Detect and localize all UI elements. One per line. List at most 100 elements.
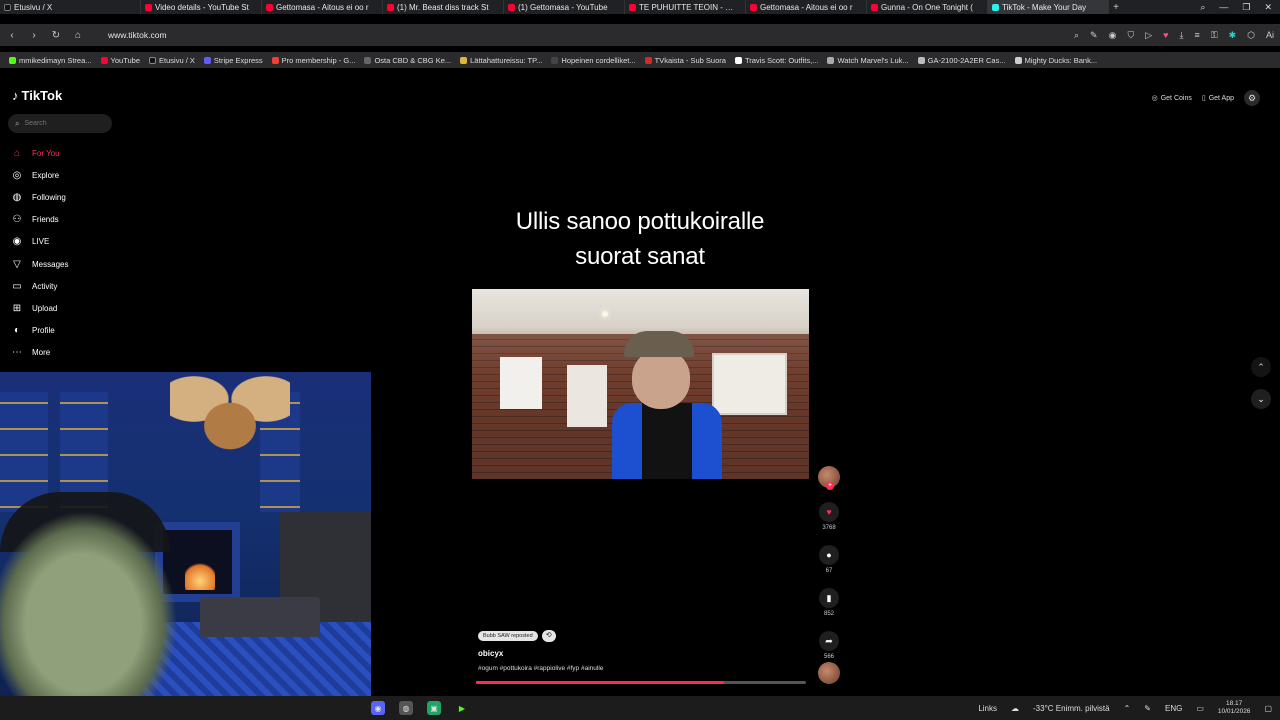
tab-gunna[interactable]: Gunna - On One Tonight ( xyxy=(867,0,988,14)
cube-icon[interactable]: ⬡ xyxy=(1247,30,1255,41)
bookmark-marvel[interactable]: Watch Marvel's Luk... xyxy=(827,56,909,65)
activity-icon: ▭ xyxy=(12,280,22,292)
tiktok-logo[interactable]: ♪ TikTok xyxy=(12,88,62,103)
repost-badge[interactable]: Bubb SAW reposted xyxy=(478,631,538,641)
tab-gettomasa-1[interactable]: Gettomasa - Aitous ei oo r xyxy=(262,0,383,14)
notification-icon[interactable]: ▢ xyxy=(1264,704,1272,713)
nav-for-you[interactable]: ⌂ For You xyxy=(10,142,68,164)
bookmark-icon: ▮ xyxy=(826,592,832,603)
bookmark-tvkaista[interactable]: TVkaista - Sub Suora xyxy=(644,56,726,65)
search-tabs-icon[interactable]: ⌕ xyxy=(1200,2,1205,13)
nav-live[interactable]: ◉ LIVE xyxy=(10,231,68,253)
network-icon[interactable]: ▭ xyxy=(1196,704,1204,713)
previous-video-button[interactable]: ⌃ xyxy=(1251,357,1271,377)
search-icon[interactable]: ⌕ xyxy=(1074,30,1079,41)
follow-plus-icon[interactable]: + xyxy=(826,482,834,490)
tab-mrbeast[interactable]: (1) Mr. Beast diss track St xyxy=(383,0,504,14)
bookmark-travis[interactable]: Travis Scott: Outfits,... xyxy=(734,56,818,65)
lock-small-icon[interactable]: ⚿ xyxy=(1211,30,1218,41)
logo-text: TikTok xyxy=(21,88,63,103)
bookmark-hat[interactable]: Lättahattureissu: TP... xyxy=(460,56,542,65)
bookmark-cbd[interactable]: Osta CBD & CBG Ke... xyxy=(364,56,451,65)
repost-icon[interactable]: ⟲ xyxy=(541,630,556,642)
tab-tiktok[interactable]: TikTok - Make Your Day xyxy=(988,0,1109,14)
bookmark-kick[interactable]: mmikedimayn Strea... xyxy=(9,56,92,65)
bookmark-youtube[interactable]: YouTube xyxy=(100,56,140,65)
bookmark-ducks[interactable]: Mighty Ducks: Bank... xyxy=(1014,56,1097,65)
nav-activity[interactable]: ▭ Activity xyxy=(10,275,68,297)
tv-icon xyxy=(644,56,652,64)
like-button[interactable]: ♥ xyxy=(819,502,839,522)
comment-button[interactable]: ● xyxy=(819,545,839,565)
nav-explore[interactable]: ◎ Explore xyxy=(10,164,68,186)
moose-trophy xyxy=(170,372,290,462)
menu-icon[interactable]: ≡ xyxy=(1194,30,1199,41)
video-progress[interactable] xyxy=(476,681,806,684)
author-name[interactable]: obicyx xyxy=(478,649,503,658)
camera-icon[interactable]: ◉ xyxy=(1109,30,1117,41)
bookmark-casio[interactable]: GA-2100-2A2ER Cas... xyxy=(917,56,1006,65)
share-button[interactable]: ➦ xyxy=(819,631,839,651)
youtube-icon xyxy=(750,3,757,11)
close-icon[interactable]: ✕ xyxy=(1264,2,1272,13)
extension-icon[interactable]: ✱ xyxy=(1229,30,1237,41)
nav-upload[interactable]: ⊞ Upload xyxy=(10,297,68,319)
nav-friends[interactable]: ⚇ Friends xyxy=(10,209,68,231)
get-coins-button[interactable]: ◎ Get Coins xyxy=(1152,94,1192,103)
cap xyxy=(624,331,694,357)
bookmark-pro[interactable]: Pro membership - G... xyxy=(271,56,355,65)
settings-button[interactable]: ⚙ xyxy=(1244,90,1260,106)
restore-icon[interactable]: ❐ xyxy=(1242,2,1250,13)
clock[interactable]: 18.17 10/01/2026 xyxy=(1218,700,1251,716)
video-player[interactable] xyxy=(472,289,809,479)
weather-text[interactable]: -33°C Enimm. pilvistä xyxy=(1033,704,1110,713)
download-icon[interactable]: ⤓ xyxy=(1179,30,1183,41)
ai-icon[interactable]: Ai xyxy=(1266,30,1274,41)
discord-icon[interactable]: ◉ xyxy=(371,701,385,715)
minimize-icon[interactable]: — xyxy=(1219,2,1228,13)
youtube-icon xyxy=(266,3,273,11)
bookmark-cordell[interactable]: Hopeinen cordelliket... xyxy=(551,56,636,65)
chevron-up-icon[interactable]: ⌃ xyxy=(1124,704,1131,713)
shield-icon[interactable]: ⛉ xyxy=(1127,30,1134,41)
get-app-button[interactable]: ▯ Get App xyxy=(1202,94,1234,103)
search-input[interactable] xyxy=(24,120,105,127)
save-button[interactable]: ▮ xyxy=(819,588,839,608)
next-video-button[interactable]: ⌄ xyxy=(1251,389,1271,409)
new-tab-button[interactable]: + xyxy=(1109,2,1123,13)
app-icon[interactable]: ◍ xyxy=(399,701,413,715)
android-icon[interactable]: ▣ xyxy=(427,701,441,715)
screen: Etusivu / X Video details - YouTube St G… xyxy=(0,0,1280,720)
nav-following[interactable]: ◍ Following xyxy=(10,186,68,208)
get-coins-label: Get Coins xyxy=(1160,94,1192,102)
lock-icon[interactable]: ⌂ xyxy=(72,30,84,41)
hashtags[interactable]: #ogum #pottukoira #rappiolive #fyp #ainu… xyxy=(478,665,603,672)
reload-icon[interactable]: ↻ xyxy=(50,30,62,41)
bookmark-stripe[interactable]: Stripe Express xyxy=(203,56,263,65)
back-icon[interactable]: ‹ xyxy=(6,30,18,41)
language-indicator[interactable]: ENG xyxy=(1165,704,1182,713)
forward-icon[interactable]: › xyxy=(28,30,40,41)
nav-messages[interactable]: ▽ Messages xyxy=(10,253,68,275)
creator-avatar[interactable]: + xyxy=(818,466,840,490)
play-icon[interactable]: ▶ xyxy=(455,701,469,715)
tab-x-home[interactable]: Etusivu / X xyxy=(0,0,141,14)
pen-icon[interactable]: ✎ xyxy=(1144,704,1151,713)
tab-youtube-studio[interactable]: Video details - YouTube St xyxy=(141,0,262,14)
play-icon[interactable]: ▷ xyxy=(1145,30,1152,41)
url-field[interactable]: www.tiktok.com xyxy=(108,30,167,40)
kick-icon xyxy=(9,56,16,64)
edit-icon[interactable]: ✎ xyxy=(1090,30,1098,41)
music-disc[interactable] xyxy=(818,662,840,684)
tab-gettomasa-youtube[interactable]: (1) Gettomasa - YouTube xyxy=(504,0,625,14)
nav-more[interactable]: ⋯ More xyxy=(10,342,68,364)
nav-profile[interactable]: ◐ Profile xyxy=(10,320,68,342)
bookmark-x[interactable]: Etusivu / X xyxy=(149,56,195,65)
search-box[interactable]: ⌕ xyxy=(8,114,112,133)
tab-gettomasa-2[interactable]: Gettomasa - Aitous ei oo r xyxy=(746,0,867,14)
tab-label: TE PUHUITTE TEOIN - MIE xyxy=(639,2,739,12)
tab-te-puhuitte[interactable]: TE PUHUITTE TEOIN - MIE xyxy=(625,0,746,14)
links-toolbar[interactable]: Links xyxy=(978,704,997,713)
x-icon xyxy=(4,3,11,11)
heart-icon[interactable]: ♥ xyxy=(1163,30,1168,41)
